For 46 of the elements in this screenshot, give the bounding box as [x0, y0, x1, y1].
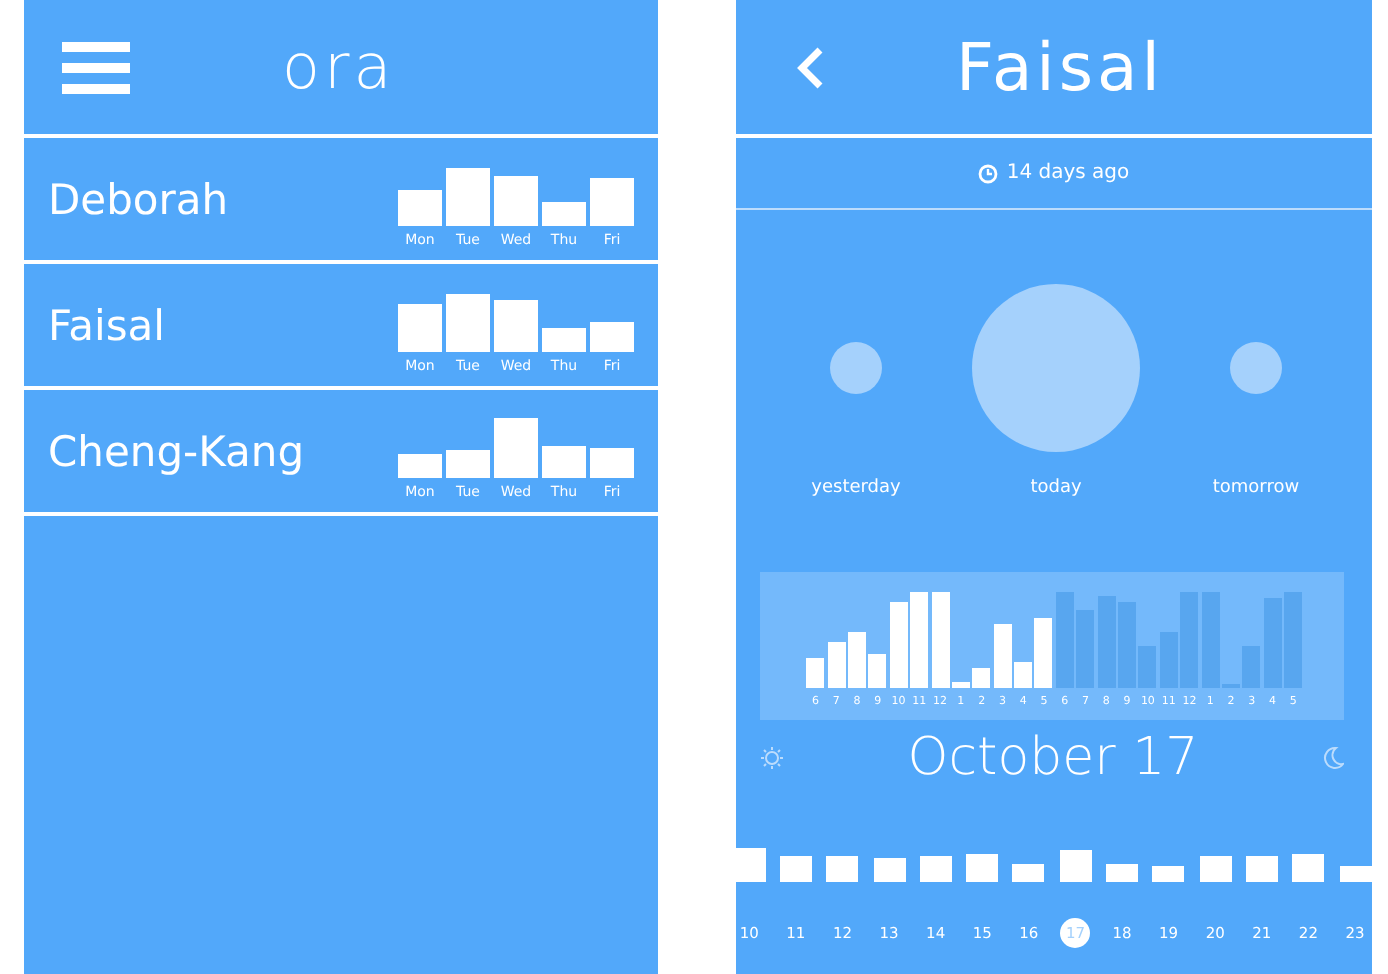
day-bar — [919, 856, 952, 882]
day-bar — [1292, 854, 1325, 882]
moon-icon — [1322, 746, 1344, 770]
activity-bar — [590, 177, 634, 225]
sun-icon — [760, 746, 784, 770]
day-bar — [1245, 856, 1278, 882]
activity-bar — [542, 446, 586, 478]
app-title: ora — [282, 31, 396, 103]
day-label: yesterday — [811, 478, 901, 498]
activity-bar — [446, 293, 490, 351]
day-label: today — [1030, 478, 1082, 498]
clock-icon — [978, 163, 999, 183]
menu-icon[interactable] — [62, 41, 130, 93]
back-icon[interactable] — [796, 45, 824, 89]
day-bar — [873, 858, 906, 882]
person-name: Cheng-Kang — [48, 427, 305, 475]
date-heading: October 17 — [907, 728, 1199, 788]
activity-circle — [1230, 342, 1282, 394]
activity-bar — [494, 299, 538, 351]
person-name: Faisal — [48, 301, 165, 349]
day-bar — [1339, 866, 1371, 882]
day-label: tomorrow — [1212, 478, 1300, 498]
activity-bar — [494, 418, 538, 478]
last-seen-text: 14 days ago — [1006, 162, 1130, 184]
day-bar — [966, 854, 999, 882]
activity-bar — [590, 448, 634, 478]
activity-circle — [830, 342, 882, 394]
day-bar — [779, 856, 812, 882]
contact-name: Faisal — [956, 28, 1164, 106]
day-bar — [736, 848, 766, 882]
activity-bar — [494, 175, 538, 225]
activity-bar — [542, 327, 586, 351]
day-bar — [1059, 850, 1092, 882]
day-bar — [1152, 866, 1185, 882]
person-name: Deborah — [48, 175, 229, 223]
day-bar — [1012, 864, 1045, 882]
day-bar — [826, 856, 859, 882]
activity-bar — [446, 167, 490, 225]
activity-bar — [398, 454, 442, 478]
activity-bar — [590, 321, 634, 351]
activity-bar — [398, 189, 442, 225]
day-bar — [1199, 856, 1232, 882]
day-bar — [1106, 864, 1139, 882]
activity-bar — [398, 303, 442, 351]
activity-bar — [542, 201, 586, 225]
activity-bar — [446, 450, 490, 478]
